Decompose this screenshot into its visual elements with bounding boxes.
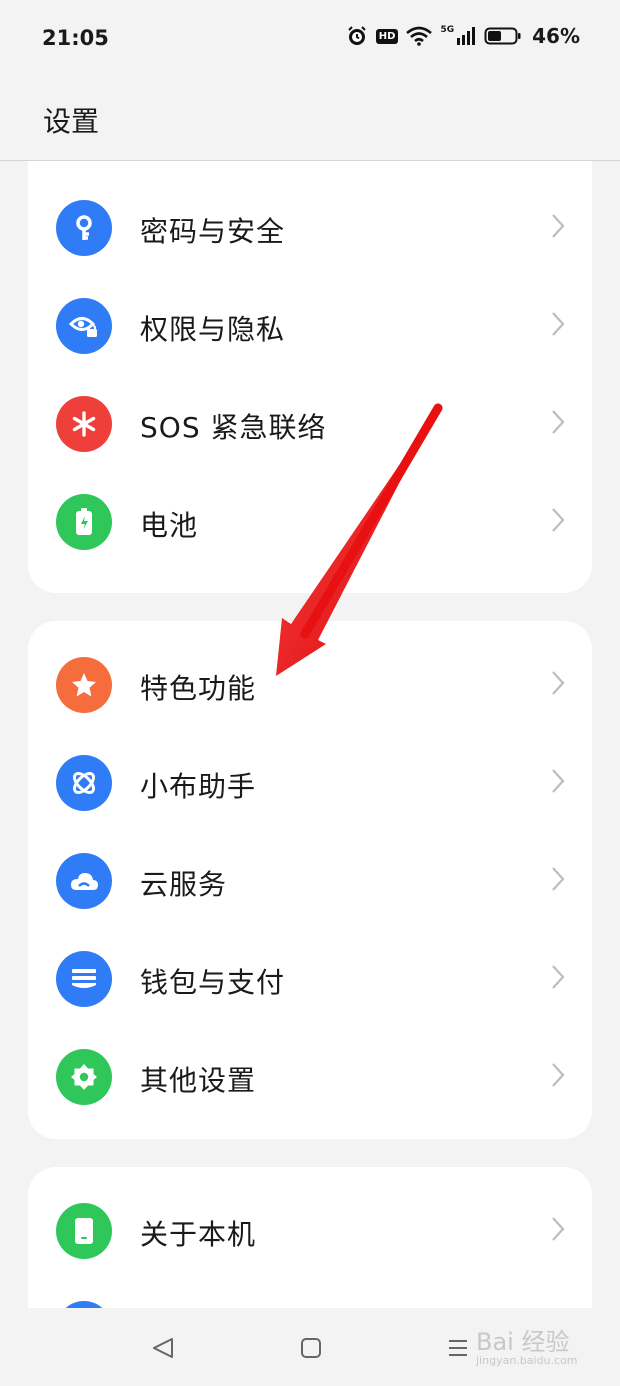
settings-item-label: 其他设置 [140, 1064, 257, 1097]
settings-card-about: 关于本机 [28, 1167, 592, 1308]
recents-menu-icon[interactable] [446, 1336, 470, 1360]
settings-item-label: SOS 紧急联络 [140, 411, 327, 444]
assistant-orbit-icon [56, 755, 112, 811]
chevron-right-icon [552, 1217, 565, 1241]
settings-card-features: 特色功能 小布助手 云服务 钱包与支付 其他设置 [28, 621, 592, 1139]
home-icon[interactable] [299, 1336, 323, 1360]
chevron-right-icon [552, 410, 565, 434]
alarm-icon [348, 26, 366, 45]
settings-item-label: 电池 [140, 509, 199, 542]
settings-card-security: 密码与安全 权限与隐私 SOS 紧急联络 电池 [28, 161, 592, 593]
partial-blue-icon [56, 1301, 112, 1308]
settings-item-label: 权限与隐私 [140, 313, 286, 346]
battery-percentage: 46% [532, 24, 580, 48]
settings-item-sos[interactable]: SOS 紧急联络 [28, 374, 592, 472]
wifi-icon [406, 26, 433, 46]
chevron-right-icon [552, 312, 565, 336]
chevron-right-icon [552, 671, 565, 695]
chevron-right-icon [552, 1063, 565, 1087]
settings-item-cloud-service[interactable]: 云服务 [28, 831, 592, 929]
watermark-brand: Bai 经验 [476, 1328, 570, 1356]
signal-icon [457, 27, 476, 45]
settings-item-about-phone[interactable]: 关于本机 [28, 1181, 592, 1279]
network-type: 5G [440, 25, 455, 35]
back-icon[interactable] [151, 1336, 175, 1360]
phone-icon [56, 1203, 112, 1259]
status-bar: 21:05 HD 5G 46% [0, 0, 620, 78]
settings-item-permissions-privacy[interactable]: 权限与隐私 [28, 276, 592, 374]
settings-item-other-settings[interactable]: 其他设置 [28, 1027, 592, 1125]
settings-item-label: 关于本机 [140, 1218, 257, 1251]
status-time: 21:05 [42, 26, 109, 50]
settings-item-label: 特色功能 [140, 672, 257, 705]
settings-item-password-security[interactable]: 密码与安全 [28, 178, 592, 276]
hd-badge: HD [375, 28, 399, 44]
header: 设置 [0, 78, 620, 160]
chevron-right-icon [552, 867, 565, 891]
battery-icon [484, 27, 521, 45]
wallet-icon [56, 951, 112, 1007]
settings-item-battery[interactable]: 电池 [28, 472, 592, 570]
watermark-url: jingyan.baidu.com [476, 1354, 578, 1367]
settings-item-breeno-assistant[interactable]: 小布助手 [28, 733, 592, 831]
settings-item-label: 云服务 [140, 868, 228, 901]
battery-icon [56, 494, 112, 550]
gear-icon [56, 1049, 112, 1105]
settings-item-label: 密码与安全 [140, 215, 286, 248]
privacy-eye-lock-icon [56, 298, 112, 354]
chevron-right-icon [552, 214, 565, 238]
chevron-right-icon [552, 508, 565, 532]
asterisk-icon [56, 396, 112, 452]
page-title: 设置 [43, 105, 100, 138]
settings-item-label: 钱包与支付 [140, 966, 286, 999]
settings-list[interactable]: 密码与安全 权限与隐私 SOS 紧急联络 电池 特色功能 小布助手 云服务 钱包… [0, 161, 620, 1308]
settings-item-special-features[interactable]: 特色功能 [28, 635, 592, 733]
chevron-right-icon [552, 965, 565, 989]
chevron-right-icon [552, 769, 565, 793]
settings-item-wallet-payment[interactable]: 钱包与支付 [28, 929, 592, 1027]
key-icon [56, 200, 112, 256]
status-icons: HD 5G 46% [346, 24, 580, 48]
cloud-icon [56, 853, 112, 909]
settings-item-label: 小布助手 [140, 770, 257, 803]
star-icon [56, 657, 112, 713]
